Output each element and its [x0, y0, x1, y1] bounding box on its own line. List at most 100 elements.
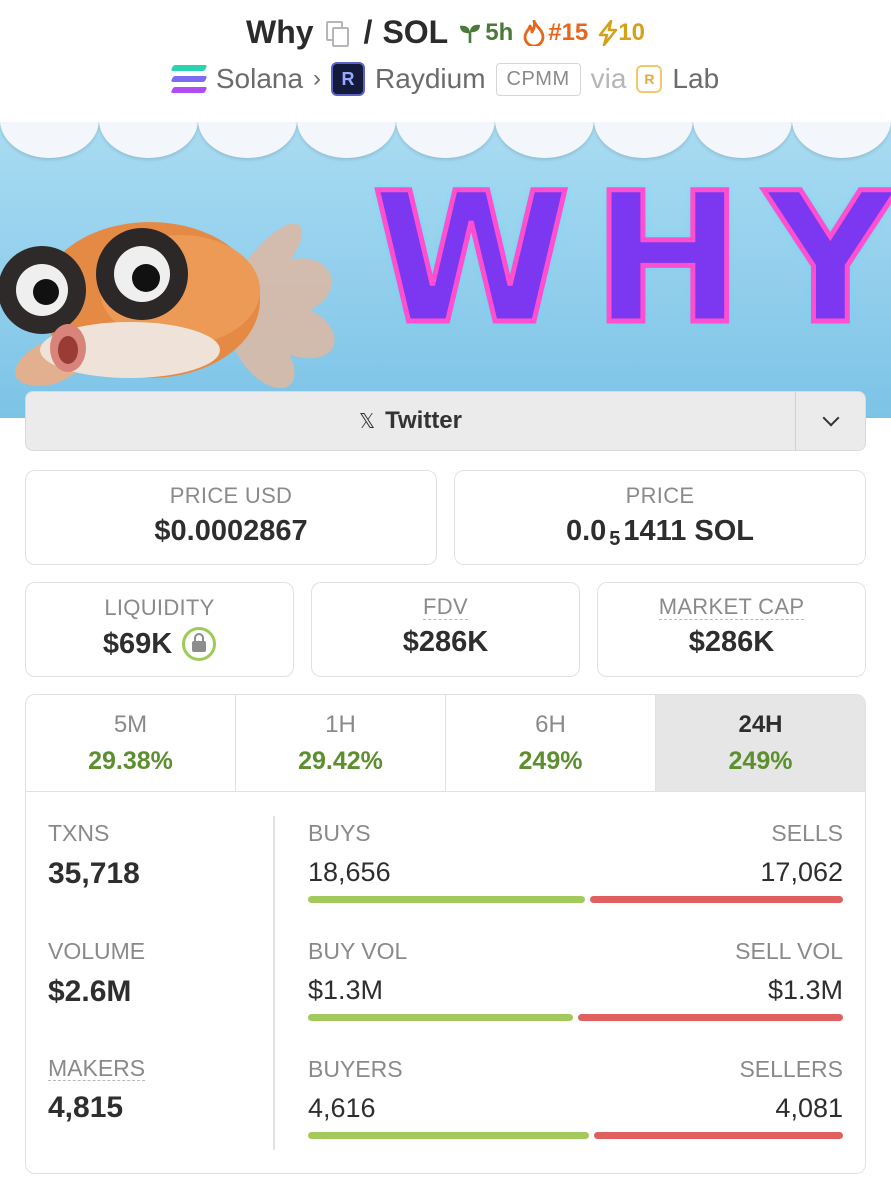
buy-bar: [308, 1014, 573, 1021]
pair-age-badge: 5h: [458, 19, 513, 47]
pair-separator: /: [363, 14, 373, 50]
launchpad-name[interactable]: Lab: [672, 63, 719, 95]
token-name: Why: [246, 14, 314, 50]
pair-header: Why / SOL 5h #15 10 Solana › R Raydium C…: [0, 0, 891, 122]
sells-label: SELLS: [771, 820, 843, 846]
tab-24h[interactable]: 24H 249%: [656, 695, 865, 791]
trading-details: TXNS 35,718 VOLUME $2.6M MAKERS 4,815 BU…: [26, 792, 865, 1173]
buys-sells-bar: [308, 896, 843, 903]
buy-bar: [308, 896, 585, 903]
dex-name[interactable]: Raydium: [375, 63, 485, 95]
buys-sells-stat: BUYS SELLS 18,656 17,062: [308, 820, 843, 903]
txns-value: 35,718: [48, 857, 140, 890]
liquidity-value: $69K: [102, 627, 173, 660]
price-usd-label: PRICE USD: [169, 483, 293, 508]
twitter-label: Twitter: [385, 407, 462, 434]
trending-rank: #15: [548, 18, 589, 46]
price-suffix: 1411 SOL: [623, 515, 755, 547]
liquidity-card: LIQUIDITY $69K: [25, 582, 294, 677]
copy-icon[interactable]: [325, 20, 349, 47]
volume-label: VOLUME: [48, 938, 146, 964]
tab-label: 6H: [535, 711, 566, 738]
tab-6h[interactable]: 6H 249%: [446, 695, 656, 791]
column-divider: [273, 816, 275, 1150]
token-banner: WHY: [0, 122, 891, 418]
market-cap-card: MARKET CAP $286K: [597, 582, 866, 677]
pair-title-row: Why / SOL 5h #15 10: [0, 14, 891, 51]
volume-bar: [308, 1014, 843, 1021]
sell-bar: [589, 896, 843, 903]
x-icon: 𝕏: [358, 410, 376, 433]
price-native-card: PRICE 0.0 5 1411 SOL: [454, 470, 866, 565]
tab-5m[interactable]: 5M 29.38%: [26, 695, 236, 791]
trending-badge[interactable]: #15: [523, 19, 588, 47]
makers-bar: [308, 1132, 843, 1139]
txns-stat: TXNS 35,718: [48, 820, 140, 891]
tab-1h[interactable]: 1H 29.42%: [236, 695, 446, 791]
trading-stats-panel: 5M 29.38% 1H 29.42% 6H 249% 24H 249% TXN…: [25, 694, 866, 1174]
buyers-value: 4,616: [308, 1093, 376, 1123]
makers-stat: MAKERS 4,815: [48, 1056, 146, 1125]
chevron-down-icon: [822, 409, 839, 427]
sell-vol-label: SELL VOL: [735, 938, 843, 964]
buy-vol-value: $1.3M: [308, 975, 384, 1005]
buy-sell-volume-stat: BUY VOL SELL VOL $1.3M $1.3M: [308, 938, 843, 1021]
buy-bar: [308, 1132, 590, 1139]
goldfish-image: [0, 222, 335, 389]
sells-value: 17,062: [760, 857, 843, 887]
market-cap-label[interactable]: MARKET CAP: [658, 595, 805, 620]
chain-name[interactable]: Solana: [216, 63, 303, 95]
flame-icon: [523, 19, 545, 46]
timeframe-tabs: 5M 29.38% 1H 29.42% 6H 249% 24H 249%: [26, 695, 865, 792]
sellers-label: SELLERS: [739, 1056, 843, 1082]
pair-breadcrumb: Solana › R Raydium CPMM via R Lab: [0, 62, 891, 96]
volume-value: $2.6M: [48, 975, 132, 1008]
via-label: via: [590, 63, 627, 94]
buyers-label: BUYERS: [308, 1056, 403, 1082]
fdv-card: FDV $286K: [311, 582, 580, 677]
txns-label: TXNS: [48, 820, 110, 846]
tab-change: 249%: [728, 747, 793, 775]
price-prefix: 0.0: [565, 515, 607, 547]
pair-age: 5h: [485, 18, 514, 46]
raydium-icon: R: [331, 62, 366, 96]
price-zero-count: 5: [609, 528, 621, 550]
buyers-sellers-stat: BUYERS SELLERS 4,616 4,081: [308, 1056, 843, 1139]
liquidity-label: LIQUIDITY: [104, 595, 215, 620]
sell-bar: [594, 1132, 843, 1139]
tab-label: 24H: [738, 711, 783, 738]
market-cap-value: $286K: [688, 626, 775, 658]
socials-dropdown-button[interactable]: [795, 392, 865, 450]
sellers-value: 4,081: [775, 1093, 843, 1123]
price-native-value: 0.0 5 1411 SOL: [455, 515, 865, 550]
buy-vol-label: BUY VOL: [308, 938, 408, 964]
makers-label[interactable]: MAKERS: [48, 1056, 146, 1081]
lightning-icon: [598, 19, 618, 46]
price-usd-card: PRICE USD $0.0002867: [25, 470, 437, 565]
buys-value: 18,656: [308, 857, 391, 887]
price-usd-value: $0.0002867: [154, 515, 308, 547]
chevron-right-icon: ›: [313, 65, 322, 92]
quote-symbol: SOL: [382, 14, 449, 50]
twitter-button[interactable]: 𝕏 Twitter: [26, 392, 795, 450]
tab-change: 29.42%: [298, 747, 383, 775]
fdv-value: $286K: [402, 626, 489, 658]
fdv-label[interactable]: FDV: [423, 595, 468, 620]
volume-stat: VOLUME $2.6M: [48, 938, 145, 1009]
banner-title: WHY: [370, 155, 891, 364]
makers-value: 4,815: [48, 1091, 124, 1124]
buys-label: BUYS: [308, 820, 371, 846]
tab-change: 249%: [518, 747, 583, 775]
solana-icon: [170, 65, 208, 93]
social-links: 𝕏 Twitter: [25, 391, 866, 451]
lock-icon[interactable]: [182, 627, 217, 661]
pool-type-badge: CPMM: [495, 62, 581, 96]
tab-label: 1H: [325, 711, 356, 738]
price-native-label: PRICE: [625, 483, 695, 508]
tab-label: 5M: [113, 711, 148, 738]
boost-count: 10: [618, 18, 645, 46]
sell-bar: [578, 1014, 843, 1021]
boost-badge[interactable]: 10: [598, 19, 645, 47]
sell-vol-value: $1.3M: [767, 975, 843, 1005]
lab-icon: R: [636, 65, 663, 93]
